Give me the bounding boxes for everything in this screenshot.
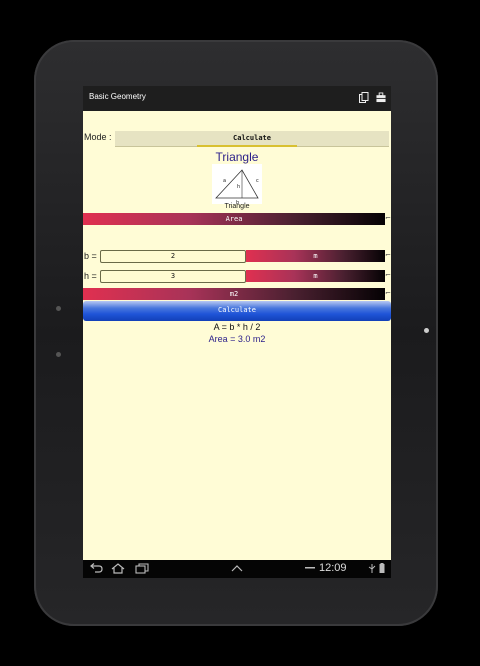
status-clock: 12:09: [319, 562, 347, 574]
target-quantity-spinner[interactable]: Area: [83, 213, 385, 225]
diagram-label-c: c: [256, 178, 259, 184]
home-icon[interactable]: [111, 563, 125, 574]
battery-icon: [379, 563, 385, 573]
mode-tab-indicator: [197, 145, 297, 147]
usb-icon: [368, 564, 376, 573]
triangle-icon: a c h b: [215, 169, 259, 206]
system-nav-bar: 12:09: [83, 560, 391, 578]
spinner-arrow-icon: ⌐: [385, 214, 391, 222]
unit-spinner-h[interactable]: m: [246, 270, 385, 282]
chevron-up-icon[interactable]: [231, 563, 243, 574]
mode-label: Mode :: [84, 132, 112, 142]
app-screen: Basic Geometry Mode : Calculate Triangle…: [83, 86, 391, 578]
spinner-arrow-icon: ⌐: [385, 271, 391, 279]
unit-spinner-b[interactable]: m: [246, 250, 385, 262]
recent-apps-icon[interactable]: [135, 563, 149, 574]
triangle-caption: Triangle: [224, 203, 250, 210]
formula-text: A = b * h / 2: [213, 322, 261, 332]
notification-dash-icon: [305, 567, 315, 569]
sensor: [56, 352, 61, 357]
field-label-b: b =: [84, 251, 97, 261]
back-icon[interactable]: [89, 563, 103, 574]
front-camera: [56, 306, 61, 311]
field-label-h: h =: [84, 271, 97, 281]
briefcase-icon[interactable]: [376, 92, 386, 103]
action-bar: Basic Geometry: [83, 86, 391, 111]
shape-title: Triangle: [215, 150, 259, 164]
spinner-arrow-icon: ⌐: [385, 289, 391, 297]
calculate-button[interactable]: Calculate: [83, 301, 391, 321]
spinner-arrow-icon: ⌐: [385, 251, 391, 259]
result-text: Area = 3.0 m2: [208, 334, 266, 344]
triangle-diagram: a c h b: [212, 164, 262, 206]
result-unit-spinner[interactable]: m2: [83, 288, 385, 300]
notification-led: [424, 328, 429, 333]
copy-icon[interactable]: [359, 92, 369, 103]
input-b[interactable]: 2: [100, 250, 246, 263]
diagram-label-h: h: [237, 184, 240, 190]
app-title: Basic Geometry: [89, 92, 146, 101]
input-h[interactable]: 3: [100, 270, 246, 283]
diagram-label-a: a: [223, 178, 226, 184]
